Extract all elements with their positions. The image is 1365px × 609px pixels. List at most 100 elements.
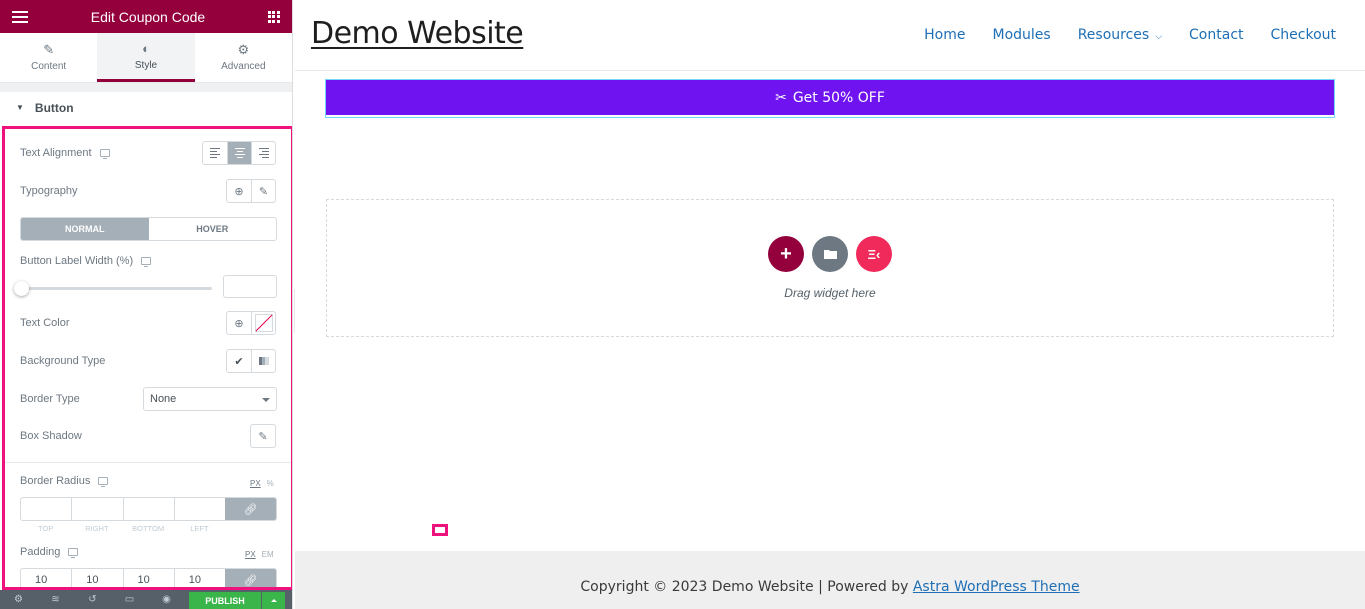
label-width-input[interactable] <box>223 275 277 298</box>
border-radius-inputs: 🔗︎ <box>20 497 277 521</box>
desktop-icon[interactable] <box>99 149 110 159</box>
border-radius-left-input[interactable] <box>173 498 225 520</box>
drop-zone-buttons: + Ξ‹ <box>768 236 892 272</box>
publish-button[interactable]: PUBLISH <box>189 592 261 609</box>
label-width-label: Button Label Width (%) <box>20 255 134 267</box>
drop-zone[interactable]: + Ξ‹ Drag widget here <box>326 199 1334 337</box>
tab-label: Style <box>134 59 158 71</box>
edit-typography-button[interactable]: ✎ <box>251 180 275 202</box>
unit-px[interactable]: PX <box>245 550 256 559</box>
add-template-button[interactable] <box>812 236 848 272</box>
unit-px[interactable]: PX <box>250 479 261 488</box>
coupon-button-label: Get 50% OFF <box>792 89 885 106</box>
footer-theme-link[interactable]: Astra WordPress Theme <box>913 579 1080 595</box>
element-handle[interactable] <box>432 524 448 536</box>
layers-icon[interactable]: ≋ <box>37 594 74 605</box>
padding-control: Padding <box>20 546 79 558</box>
nav-home[interactable]: Home <box>924 27 965 43</box>
plus-icon: + <box>780 242 792 265</box>
align-right-button[interactable] <box>251 142 275 164</box>
border-radius-top-input[interactable] <box>21 498 71 520</box>
publish-options-button[interactable] <box>262 592 285 609</box>
text-color-label: Text Color <box>20 317 70 329</box>
global-color-button[interactable]: ⊕ <box>227 312 251 334</box>
dim-label-bottom: BOTTOM <box>132 524 165 533</box>
box-shadow-control: Box Shadow <box>20 430 82 442</box>
typography-control: Typography <box>20 185 77 197</box>
classic-background-button[interactable]: ✔ <box>227 350 251 372</box>
dim-label-top: TOP <box>37 524 54 533</box>
site-logo[interactable]: Demo Website <box>311 16 524 51</box>
hamburger-icon[interactable] <box>12 10 28 23</box>
border-type-value: None <box>150 393 177 405</box>
background-type-control: Background Type <box>20 355 105 367</box>
padding-left-input[interactable]: 10 <box>173 569 225 587</box>
padding-units: PX EM <box>245 550 274 559</box>
preview-icon[interactable]: ◉ <box>148 594 185 605</box>
chevron-down-icon: ⌵ <box>1155 32 1163 42</box>
gradient-background-button[interactable] <box>251 350 275 372</box>
global-typography-button[interactable]: ⊕ <box>227 180 251 202</box>
align-left-icon <box>210 148 220 158</box>
state-tabs: NORMAL HOVER <box>20 217 277 241</box>
tab-style[interactable]: ◐ Style <box>97 33 195 82</box>
border-radius-bottom-input[interactable] <box>122 498 174 520</box>
editor-panel: Edit Coupon Code ✎ Content ◐ Style ⚙ Adv… <box>0 0 293 609</box>
border-radius-control: Border Radius <box>20 475 109 487</box>
responsive-icon[interactable]: ▭ <box>111 594 148 605</box>
coupon-widget[interactable]: ✂ Get 50% OFF <box>325 79 1335 118</box>
text-alignment-control: Text Alignment <box>20 147 110 159</box>
border-radius-right-input[interactable] <box>71 498 122 520</box>
border-type-select[interactable]: None <box>143 387 277 411</box>
align-center-button[interactable] <box>227 142 251 164</box>
desktop-icon[interactable] <box>141 257 152 267</box>
panel-title: Edit Coupon Code <box>90 8 206 25</box>
slider-handle[interactable] <box>14 281 29 296</box>
folder-icon <box>823 250 837 259</box>
desktop-icon[interactable] <box>68 548 79 558</box>
globe-icon: ⊕ <box>234 317 244 330</box>
align-left-button[interactable] <box>203 142 227 164</box>
label-width-slider[interactable] <box>14 281 212 296</box>
nav-contact[interactable]: Contact <box>1189 27 1243 43</box>
tab-label: Content <box>31 61 67 72</box>
coupon-button[interactable]: ✂ Get 50% OFF <box>326 80 1334 115</box>
padding-bottom-input[interactable]: 10 <box>122 569 174 587</box>
scissors-icon: ✂ <box>775 89 787 106</box>
section-button-toggle[interactable]: ▼ Button <box>0 92 292 123</box>
no-color-swatch-icon <box>254 314 273 332</box>
tab-content[interactable]: ✎ Content <box>0 33 97 82</box>
caret-down-icon: ▼ <box>16 103 24 112</box>
highlighted-controls: Text Alignment Typography ⊕ ✎ NORMAL HOV… <box>2 126 292 590</box>
slider-track <box>20 287 212 290</box>
align-center-icon <box>234 148 245 158</box>
site-preview: Demo Website Home Modules Resources ⌵ Con… <box>295 0 1365 609</box>
color-picker-button[interactable] <box>251 312 275 334</box>
nav-resources[interactable]: Resources ⌵ <box>1078 27 1162 43</box>
grid-icon[interactable] <box>267 10 280 23</box>
unit-em[interactable]: EM <box>262 550 274 559</box>
elementskit-button[interactable]: Ξ‹ <box>856 236 892 272</box>
settings-icon[interactable]: ⚙ <box>0 594 37 605</box>
edit-box-shadow-button[interactable]: ✎ <box>251 425 275 447</box>
pencil-icon: ✎ <box>258 185 269 198</box>
tab-normal[interactable]: NORMAL <box>21 218 149 240</box>
tab-hover[interactable]: HOVER <box>149 218 277 240</box>
padding-right-input[interactable]: 10 <box>71 569 122 587</box>
drop-zone-text: Drag widget here <box>784 286 876 300</box>
link-values-button[interactable]: 🔗︎ <box>225 498 276 520</box>
unit-percent[interactable]: % <box>267 479 274 488</box>
footer-copyright: Copyright © 2023 Demo Website | Powered … <box>580 579 913 595</box>
history-icon[interactable]: ↺ <box>74 594 111 605</box>
dim-label-right: RIGHT <box>85 524 109 533</box>
section-title: Button <box>34 100 74 115</box>
padding-top-input[interactable]: 10 <box>21 569 71 587</box>
nav-modules[interactable]: Modules <box>993 27 1051 43</box>
add-section-button[interactable]: + <box>768 236 804 272</box>
desktop-icon[interactable] <box>98 477 109 487</box>
nav-checkout[interactable]: Checkout <box>1271 27 1337 43</box>
tab-advanced[interactable]: ⚙ Advanced <box>195 33 292 82</box>
link-values-button[interactable]: 🔗︎ <box>225 569 276 587</box>
typography-buttons: ⊕ ✎ <box>226 179 276 203</box>
panel-footer: ⚙ ≋ ↺ ▭ ◉ PUBLISH <box>0 590 292 609</box>
